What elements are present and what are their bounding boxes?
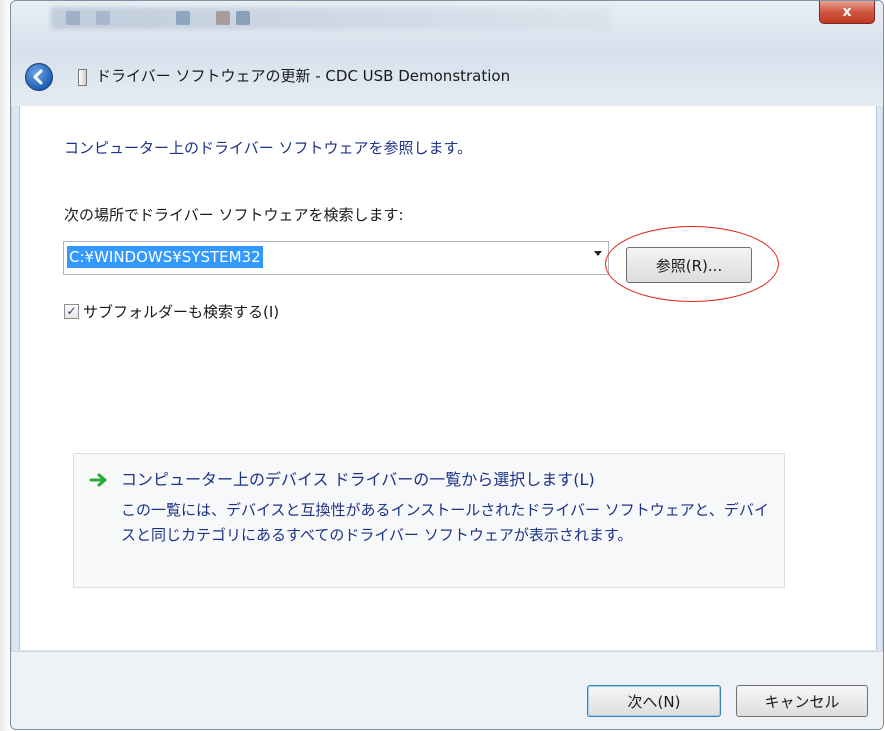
- browse-button[interactable]: 参照(R)...: [626, 247, 752, 283]
- chevron-down-icon[interactable]: [594, 251, 602, 256]
- include-subfolders-checkbox-row[interactable]: ✓ サブフォルダーも検索する(I): [64, 301, 279, 322]
- blurred-icon: [96, 11, 110, 25]
- blurred-icon: [66, 11, 80, 25]
- blurred-icon: [176, 11, 190, 25]
- cancel-button[interactable]: キャンセル: [736, 685, 868, 717]
- search-location-label: 次の場所でドライバー ソフトウェアを検索します:: [64, 206, 404, 224]
- pick-from-list-description: この一覧には、デバイスと互換性があるインストールされたドライバー ソフトウェアと…: [121, 501, 769, 544]
- page-heading: コンピューター上のドライバー ソフトウェアを参照します。: [64, 139, 472, 157]
- window-title: ドライバー ソフトウェアの更新 - CDC USB Demonstration: [96, 67, 511, 85]
- blurred-icon: [216, 11, 230, 25]
- blurred-taskbar-strip: [51, 7, 611, 29]
- content-area: コンピューター上のドライバー ソフトウェアを参照します。 次の場所でドライバー …: [19, 106, 877, 650]
- include-subfolders-checkbox[interactable]: ✓: [64, 304, 79, 319]
- path-combobox[interactable]: C:¥WINDOWS¥SYSTEM32: [63, 241, 609, 275]
- include-subfolders-label[interactable]: サブフォルダーも検索する(I): [83, 301, 279, 322]
- green-arrow-icon: [89, 473, 107, 487]
- pick-from-list-option[interactable]: コンピューター上のデバイス ドライバーの一覧から選択します(L) この一覧には、…: [73, 453, 785, 588]
- background-edge: [0, 0, 10, 731]
- back-arrow-icon: [33, 69, 43, 85]
- button-bar: 次へ(N) キャンセル: [11, 651, 883, 729]
- next-button[interactable]: 次へ(N): [587, 685, 721, 717]
- usb-device-icon: [78, 69, 87, 86]
- driver-update-window: x ドライバー ソフトウェアの更新 - CDC USB Demonstratio…: [10, 0, 884, 730]
- pick-from-list-title[interactable]: コンピューター上のデバイス ドライバーの一覧から選択します(L): [121, 466, 595, 490]
- title-bar: x ドライバー ソフトウェアの更新 - CDC USB Demonstratio…: [11, 1, 883, 106]
- path-input-value[interactable]: C:¥WINDOWS¥SYSTEM32: [67, 246, 263, 268]
- close-button[interactable]: x: [819, 1, 875, 24]
- close-icon: x: [842, 4, 852, 20]
- blurred-icon: [236, 11, 250, 25]
- back-button[interactable]: [25, 63, 53, 91]
